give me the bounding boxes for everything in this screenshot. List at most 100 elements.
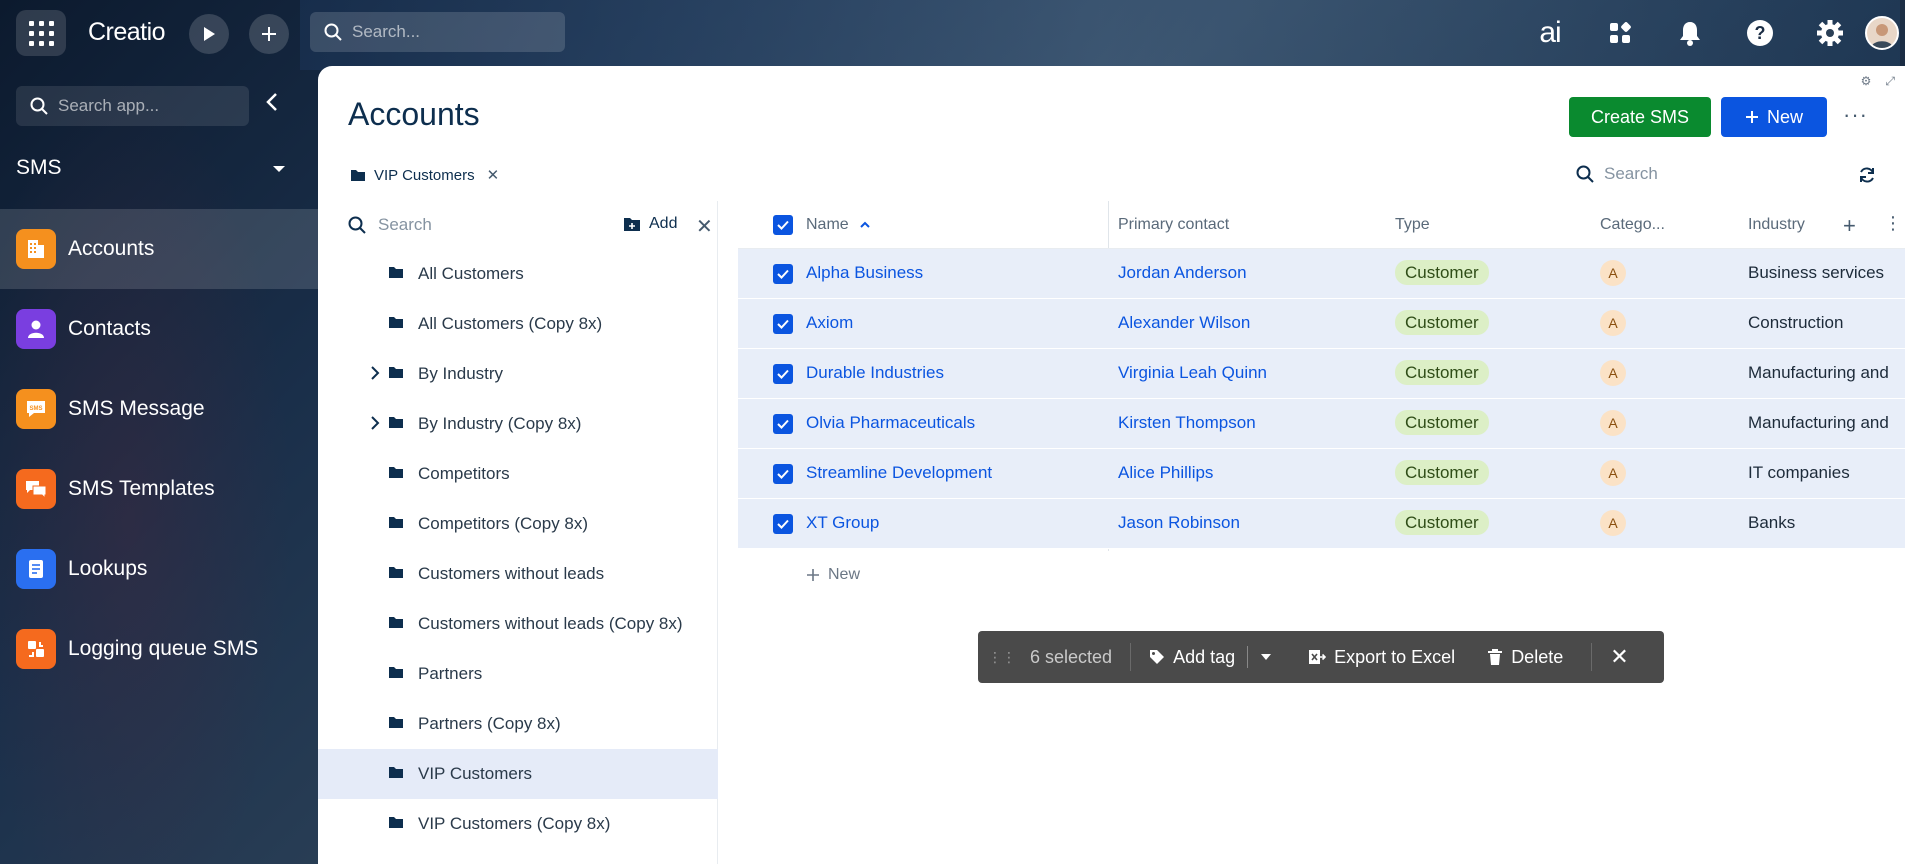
panel-settings-icon[interactable]: ⚙ [1861, 74, 1872, 89]
table-row[interactable]: Durable Industries Virginia Leah Quinn C… [738, 349, 1905, 399]
folder-filter-label: VIP Customers [374, 166, 475, 184]
app-search-input[interactable]: Search app... [16, 86, 249, 126]
grid-icon [28, 20, 54, 46]
type-badge: Customer [1395, 410, 1489, 435]
add-tag-button[interactable]: Add tag [1149, 647, 1235, 668]
primary-contact-link[interactable]: Alexander Wilson [1118, 313, 1250, 333]
close-folders-button[interactable]: ✕ [696, 214, 713, 239]
folder-item-selected[interactable]: VIP Customers [318, 749, 718, 799]
column-menu-button[interactable]: ⋮ [1884, 213, 1902, 234]
add-row-button[interactable]: New [806, 566, 860, 584]
folder-icon [389, 567, 403, 578]
sidebar-item-label: Contacts [68, 317, 151, 340]
folder-item[interactable]: All Customers [318, 249, 718, 299]
folder-item[interactable]: Partners (Copy 8x) [318, 699, 718, 749]
folder-item[interactable]: Customers without leads [318, 549, 718, 599]
folder-item[interactable]: VIP Customers (Copy 8x) [318, 799, 718, 849]
help-button[interactable]: ? [1725, 10, 1795, 56]
close-icon[interactable]: ✕ [487, 166, 500, 184]
row-checkbox[interactable] [773, 264, 793, 284]
plus-icon [262, 27, 276, 41]
workspace-selector[interactable]: SMS [16, 156, 62, 180]
column-header-type[interactable]: Type [1395, 216, 1430, 234]
add-tag-dropdown[interactable] [1260, 653, 1272, 661]
sidebar-item-contacts[interactable]: Contacts [0, 289, 318, 369]
primary-contact-link[interactable]: Jordan Anderson [1118, 263, 1247, 283]
grid-search-input[interactable]: Search [1576, 164, 1658, 184]
row-checkbox[interactable] [773, 364, 793, 384]
sidebar-item-sms-message[interactable]: SMS SMS Message [0, 369, 318, 449]
table-row[interactable]: Streamline Development Alice Phillips Cu… [738, 449, 1905, 499]
sidebar-item-lookups[interactable]: Lookups [0, 529, 318, 609]
notifications-button[interactable] [1655, 10, 1725, 56]
select-all-checkbox[interactable] [773, 215, 793, 235]
folder-label: Competitors [418, 464, 510, 483]
table-row[interactable]: Alpha Business Jordan Anderson Customer … [738, 249, 1905, 299]
search-icon [30, 97, 48, 115]
folder-item[interactable]: Partners [318, 649, 718, 699]
folder-item[interactable]: By Industry [318, 349, 718, 399]
apps-icon [1610, 22, 1631, 43]
table-row[interactable]: Axiom Alexander Wilson Customer A Constr… [738, 299, 1905, 349]
apps-button[interactable] [1585, 10, 1655, 56]
collapse-sidebar-button[interactable] [265, 92, 279, 117]
industry-cell: Business services [1748, 263, 1885, 282]
category-badge: A [1600, 460, 1626, 486]
account-name-link[interactable]: Alpha Business [806, 263, 923, 283]
more-actions-button[interactable]: ··· [1843, 102, 1868, 128]
sidebar-item-label: Accounts [68, 237, 155, 260]
drag-handle-icon[interactable]: ⋮⋮ [988, 649, 1016, 666]
account-name-link[interactable]: Durable Industries [806, 363, 944, 383]
primary-contact-link[interactable]: Virginia Leah Quinn [1118, 363, 1267, 383]
quick-add-button[interactable] [249, 14, 289, 54]
search-icon [348, 216, 366, 234]
primary-contact-link[interactable]: Kirsten Thompson [1118, 413, 1256, 433]
row-checkbox[interactable] [773, 514, 793, 534]
create-sms-button[interactable]: Create SMS [1569, 97, 1711, 137]
new-button[interactable]: New [1721, 97, 1827, 137]
chevron-right-icon[interactable] [370, 365, 380, 381]
primary-contact-link[interactable]: Jason Robinson [1118, 513, 1240, 533]
delete-button[interactable]: Delete [1487, 647, 1563, 668]
account-name-link[interactable]: Olvia Pharmaceuticals [806, 413, 975, 433]
chevron-right-icon[interactable] [370, 415, 380, 431]
sidebar-item-accounts[interactable]: Accounts [0, 209, 318, 289]
sidebar-item-sms-templates[interactable]: SMS Templates [0, 449, 318, 529]
ai-button[interactable]: ai [1515, 10, 1585, 56]
column-header-category[interactable]: Catego... [1600, 216, 1665, 234]
folder-icon [389, 717, 403, 728]
add-folder-button[interactable]: Add [623, 215, 677, 233]
table-row[interactable]: Olvia Pharmaceuticals Kirsten Thompson C… [738, 399, 1905, 449]
checkmark-icon [777, 319, 789, 329]
folder-item[interactable]: Competitors [318, 449, 718, 499]
caret-down-icon[interactable] [273, 166, 285, 172]
folder-item[interactable]: All Customers (Copy 8x) [318, 299, 718, 349]
row-checkbox[interactable] [773, 464, 793, 484]
folder-item[interactable]: Competitors (Copy 8x) [318, 499, 718, 549]
refresh-button[interactable] [1858, 166, 1876, 189]
global-search-input[interactable]: Search... [310, 12, 565, 52]
account-name-link[interactable]: XT Group [806, 513, 879, 533]
folder-search-input[interactable]: Search Add ✕ [318, 201, 717, 249]
account-name-link[interactable]: Streamline Development [806, 463, 992, 483]
row-checkbox[interactable] [773, 414, 793, 434]
user-avatar[interactable] [1865, 16, 1899, 50]
export-to-excel-button[interactable]: Export to Excel [1308, 647, 1455, 668]
primary-contact-link[interactable]: Alice Phillips [1118, 463, 1213, 483]
folder-filter-chip[interactable]: VIP Customers ✕ [350, 166, 499, 184]
add-column-button[interactable]: + [1843, 213, 1856, 239]
table-row[interactable]: XT Group Jason Robinson Customer A Banks [738, 499, 1905, 549]
app-launcher-button[interactable] [16, 10, 66, 56]
account-name-link[interactable]: Axiom [806, 313, 853, 333]
run-process-button[interactable] [189, 14, 229, 54]
settings-button[interactable] [1795, 10, 1865, 56]
folder-item[interactable]: By Industry (Copy 8x) [318, 399, 718, 449]
column-header-name[interactable]: Name [806, 216, 871, 234]
column-header-primary-contact[interactable]: Primary contact [1118, 216, 1229, 234]
column-header-industry[interactable]: Industry [1748, 216, 1905, 234]
sidebar-item-logging-queue-sms[interactable]: Logging queue SMS [0, 609, 318, 689]
expand-icon[interactable]: ⤢ [1885, 74, 1895, 89]
close-action-bar-button[interactable]: ✕ [1610, 644, 1628, 670]
folder-item[interactable]: Customers without leads (Copy 8x) [318, 599, 718, 649]
row-checkbox[interactable] [773, 314, 793, 334]
